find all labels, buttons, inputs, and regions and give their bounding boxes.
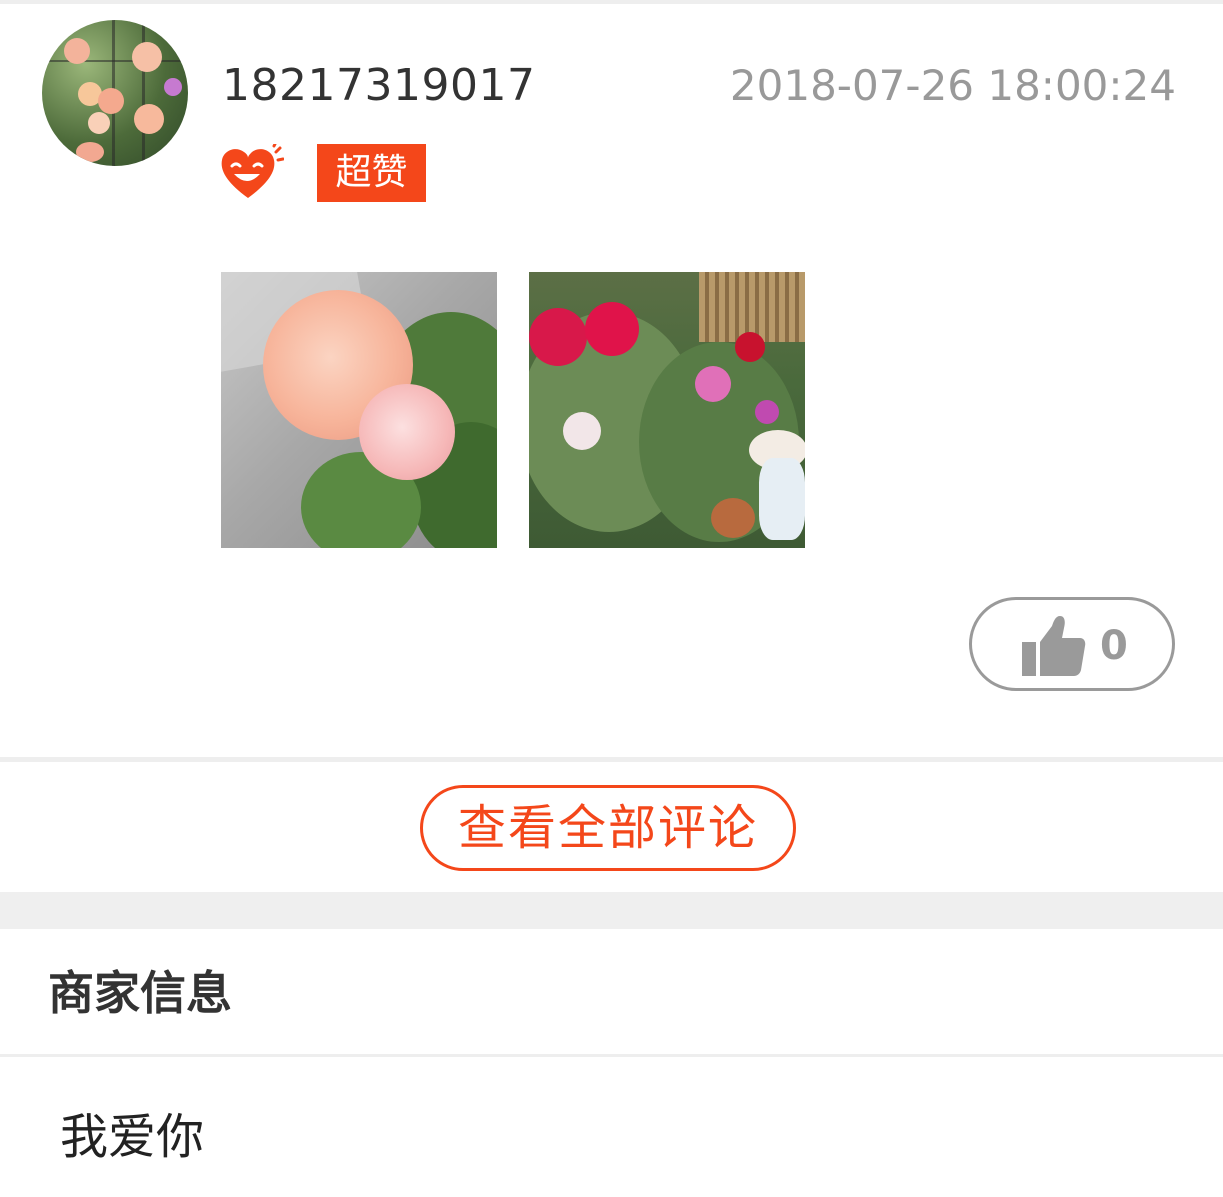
merchant-section-title: 商家信息 [48, 966, 232, 1020]
review-timestamp: 2018-07-26 18:00:24 [729, 61, 1176, 110]
merchant-divider [0, 1054, 1223, 1057]
review-photo-2[interactable] [529, 272, 805, 548]
merchant-info-text: 我爱你 [60, 1109, 205, 1165]
section-divider [0, 757, 1223, 762]
thumbs-up-icon [1022, 616, 1086, 676]
like-count: 0 [1100, 623, 1128, 669]
user-avatar[interactable] [42, 20, 188, 166]
view-all-comments-button[interactable]: 查看全部评论 [420, 785, 796, 871]
rating-badge: 超赞 [317, 144, 426, 202]
smiling-heart-icon [221, 144, 284, 198]
like-button[interactable]: 0 [969, 597, 1175, 691]
review-page: 18217319017 2018-07-26 18:00:24 超赞 0 查看全… [0, 0, 1223, 1197]
username: 18217319017 [222, 60, 536, 111]
top-divider [0, 0, 1223, 4]
review-photo-1[interactable] [221, 272, 497, 548]
section-gap [0, 892, 1223, 929]
